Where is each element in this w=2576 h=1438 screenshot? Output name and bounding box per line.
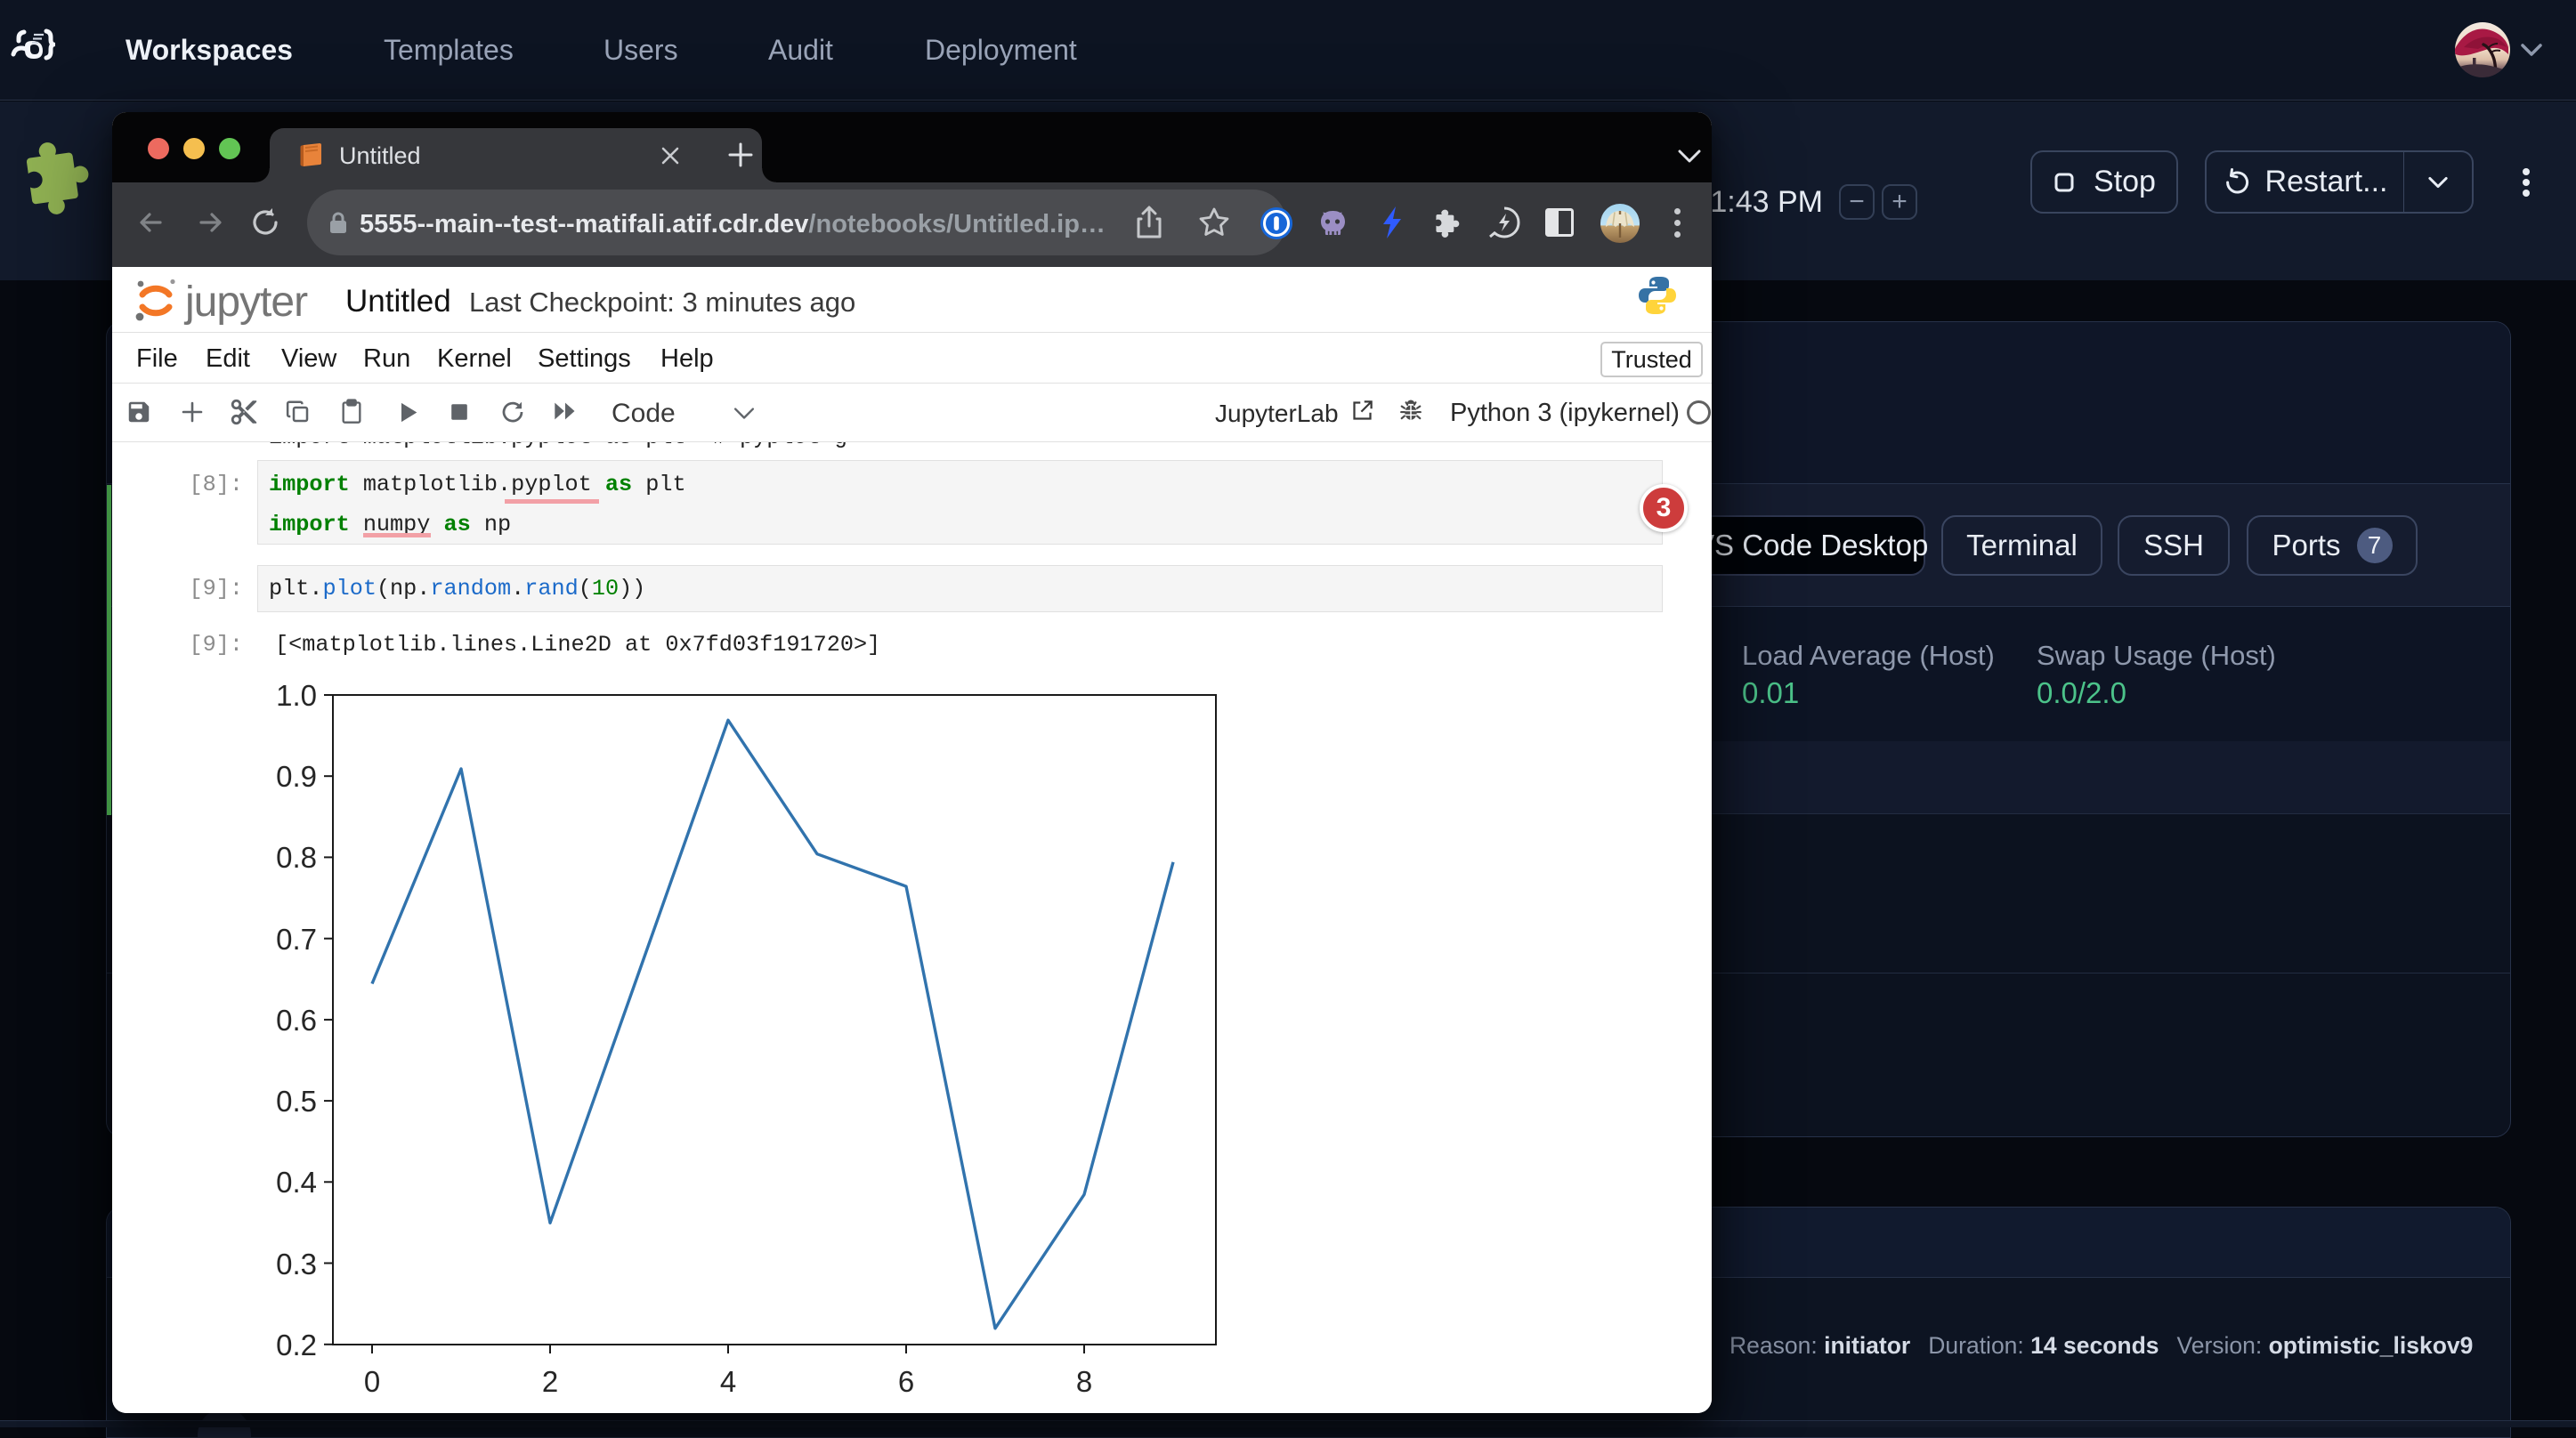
svg-text:6: 6 — [898, 1365, 914, 1398]
svg-text:0.3: 0.3 — [276, 1248, 317, 1280]
svg-text:0.8: 0.8 — [276, 841, 317, 874]
svg-text:0.2: 0.2 — [276, 1329, 317, 1361]
svg-text:0.4: 0.4 — [276, 1166, 317, 1199]
svg-text:0.5: 0.5 — [276, 1085, 317, 1118]
svg-text:1.0: 1.0 — [276, 679, 317, 712]
svg-text:2: 2 — [542, 1365, 558, 1398]
svg-text:8: 8 — [1076, 1365, 1092, 1398]
svg-text:0.9: 0.9 — [276, 760, 317, 793]
svg-text:4: 4 — [720, 1365, 736, 1398]
svg-text:0: 0 — [364, 1365, 380, 1398]
svg-text:0.6: 0.6 — [276, 1004, 317, 1037]
svg-text:0.7: 0.7 — [276, 923, 317, 956]
